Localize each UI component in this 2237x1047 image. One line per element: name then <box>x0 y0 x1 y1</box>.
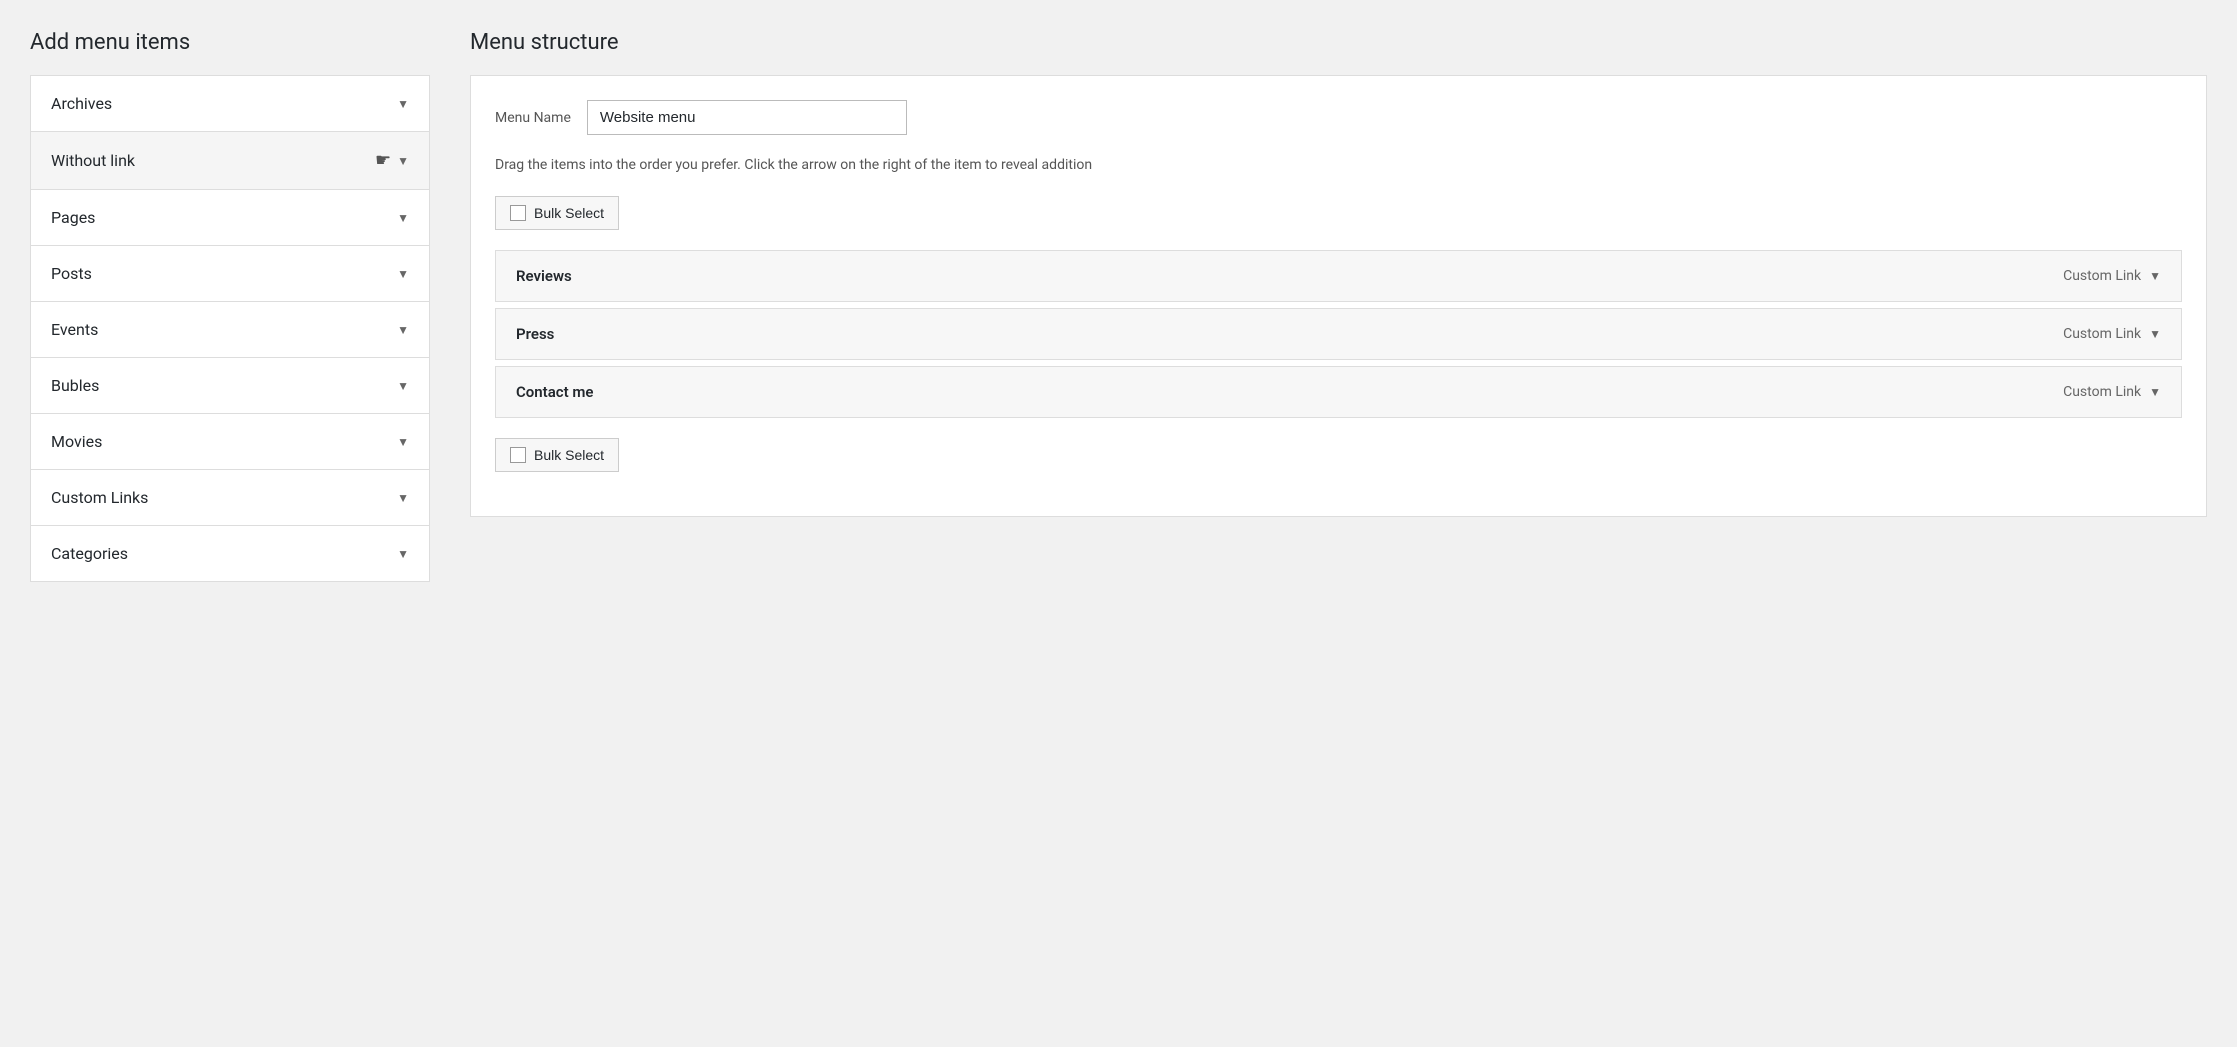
accordion-arrow-without-link: ▼ <box>397 154 409 168</box>
accordion-arrow-categories: ▼ <box>397 547 409 561</box>
accordion-item-custom-links[interactable]: Custom Links ▼ <box>31 470 429 526</box>
menu-item-arrow-reviews[interactable]: ▼ <box>2149 269 2161 283</box>
accordion-arrow-movies: ▼ <box>397 435 409 449</box>
menu-item-type-contact-me: Custom Link <box>2063 384 2141 400</box>
bulk-select-bottom-checkbox[interactable] <box>510 447 526 463</box>
bulk-select-bottom-button[interactable]: Bulk Select <box>495 438 619 472</box>
bulk-select-top-row: Bulk Select <box>495 196 2182 230</box>
menu-item-type-press: Custom Link <box>2063 326 2141 342</box>
accordion-label-categories: Categories <box>51 544 128 563</box>
menu-item-type-reviews: Custom Link <box>2063 268 2141 284</box>
accordion-container: Archives▼Without link☛▼Pages▼Posts▼Event… <box>30 75 430 582</box>
accordion-item-movies[interactable]: Movies ▼ <box>31 414 429 470</box>
accordion-label-archives: Archives <box>51 94 112 113</box>
accordion-arrow-events: ▼ <box>397 323 409 337</box>
accordion-item-categories[interactable]: Categories ▼ <box>31 526 429 581</box>
accordion-label-events: Events <box>51 320 98 339</box>
accordion-arrow-pages: ▼ <box>397 211 409 225</box>
accordion-label-movies: Movies <box>51 432 102 451</box>
accordion-item-bubles[interactable]: Bubles ▼ <box>31 358 429 414</box>
accordion-item-posts[interactable]: Posts ▼ <box>31 246 429 302</box>
menu-item-name-reviews: Reviews <box>516 267 572 285</box>
menu-structure-panel: Menu structure Menu Name Drag the items … <box>430 30 2207 1047</box>
accordion-item-events[interactable]: Events ▼ <box>31 302 429 358</box>
menu-item-type-wrapper-reviews: Custom Link ▼ <box>2063 268 2161 284</box>
add-menu-items-title: Add menu items <box>30 30 430 55</box>
bulk-select-top-button[interactable]: Bulk Select <box>495 196 619 230</box>
accordion-arrow-posts: ▼ <box>397 267 409 281</box>
bulk-select-bottom-row: Bulk Select <box>495 438 2182 472</box>
accordion-label-custom-links: Custom Links <box>51 488 148 507</box>
menu-item-arrow-contact-me[interactable]: ▼ <box>2149 385 2161 399</box>
add-menu-items-panel: Add menu items Archives▼Without link☛▼Pa… <box>30 30 430 1047</box>
menu-name-row: Menu Name <box>495 100 2182 135</box>
accordion-arrow-bubles: ▼ <box>397 379 409 393</box>
accordion-item-archives[interactable]: Archives ▼ <box>31 76 429 132</box>
accordion-arrow-custom-links: ▼ <box>397 491 409 505</box>
menu-structure-title: Menu structure <box>470 30 2207 55</box>
menu-structure-box: Menu Name Drag the items into the order … <box>470 75 2207 517</box>
accordion-label-posts: Posts <box>51 264 92 283</box>
menu-item-arrow-press[interactable]: ▼ <box>2149 327 2161 341</box>
menu-item-name-contact-me: Contact me <box>516 383 593 401</box>
accordion-arrow-archives: ▼ <box>397 97 409 111</box>
menu-item-reviews[interactable]: Reviews Custom Link ▼ <box>495 250 2182 302</box>
accordion-item-pages[interactable]: Pages ▼ <box>31 190 429 246</box>
menu-item-name-press: Press <box>516 325 554 343</box>
accordion-label-bubles: Bubles <box>51 376 99 395</box>
bulk-select-top-checkbox[interactable] <box>510 205 526 221</box>
cursor-hand-icon: ☛ <box>375 150 391 171</box>
menu-name-input[interactable] <box>587 100 907 135</box>
accordion-item-without-link[interactable]: Without link ☛ ▼ <box>31 132 429 190</box>
menu-items-list: ReviewsCustom Link▼PressCustom Link▼Cont… <box>495 250 2182 418</box>
bulk-select-bottom-label: Bulk Select <box>534 447 604 463</box>
menu-name-label: Menu Name <box>495 110 571 126</box>
bulk-select-top-label: Bulk Select <box>534 205 604 221</box>
menu-item-type-wrapper-contact-me: Custom Link ▼ <box>2063 384 2161 400</box>
menu-item-press[interactable]: Press Custom Link ▼ <box>495 308 2182 360</box>
menu-item-contact-me[interactable]: Contact me Custom Link ▼ <box>495 366 2182 418</box>
accordion-label-without-link: Without link <box>51 151 135 170</box>
menu-item-type-wrapper-press: Custom Link ▼ <box>2063 326 2161 342</box>
accordion-label-pages: Pages <box>51 208 95 227</box>
drag-instruction: Drag the items into the order you prefer… <box>495 155 2182 176</box>
